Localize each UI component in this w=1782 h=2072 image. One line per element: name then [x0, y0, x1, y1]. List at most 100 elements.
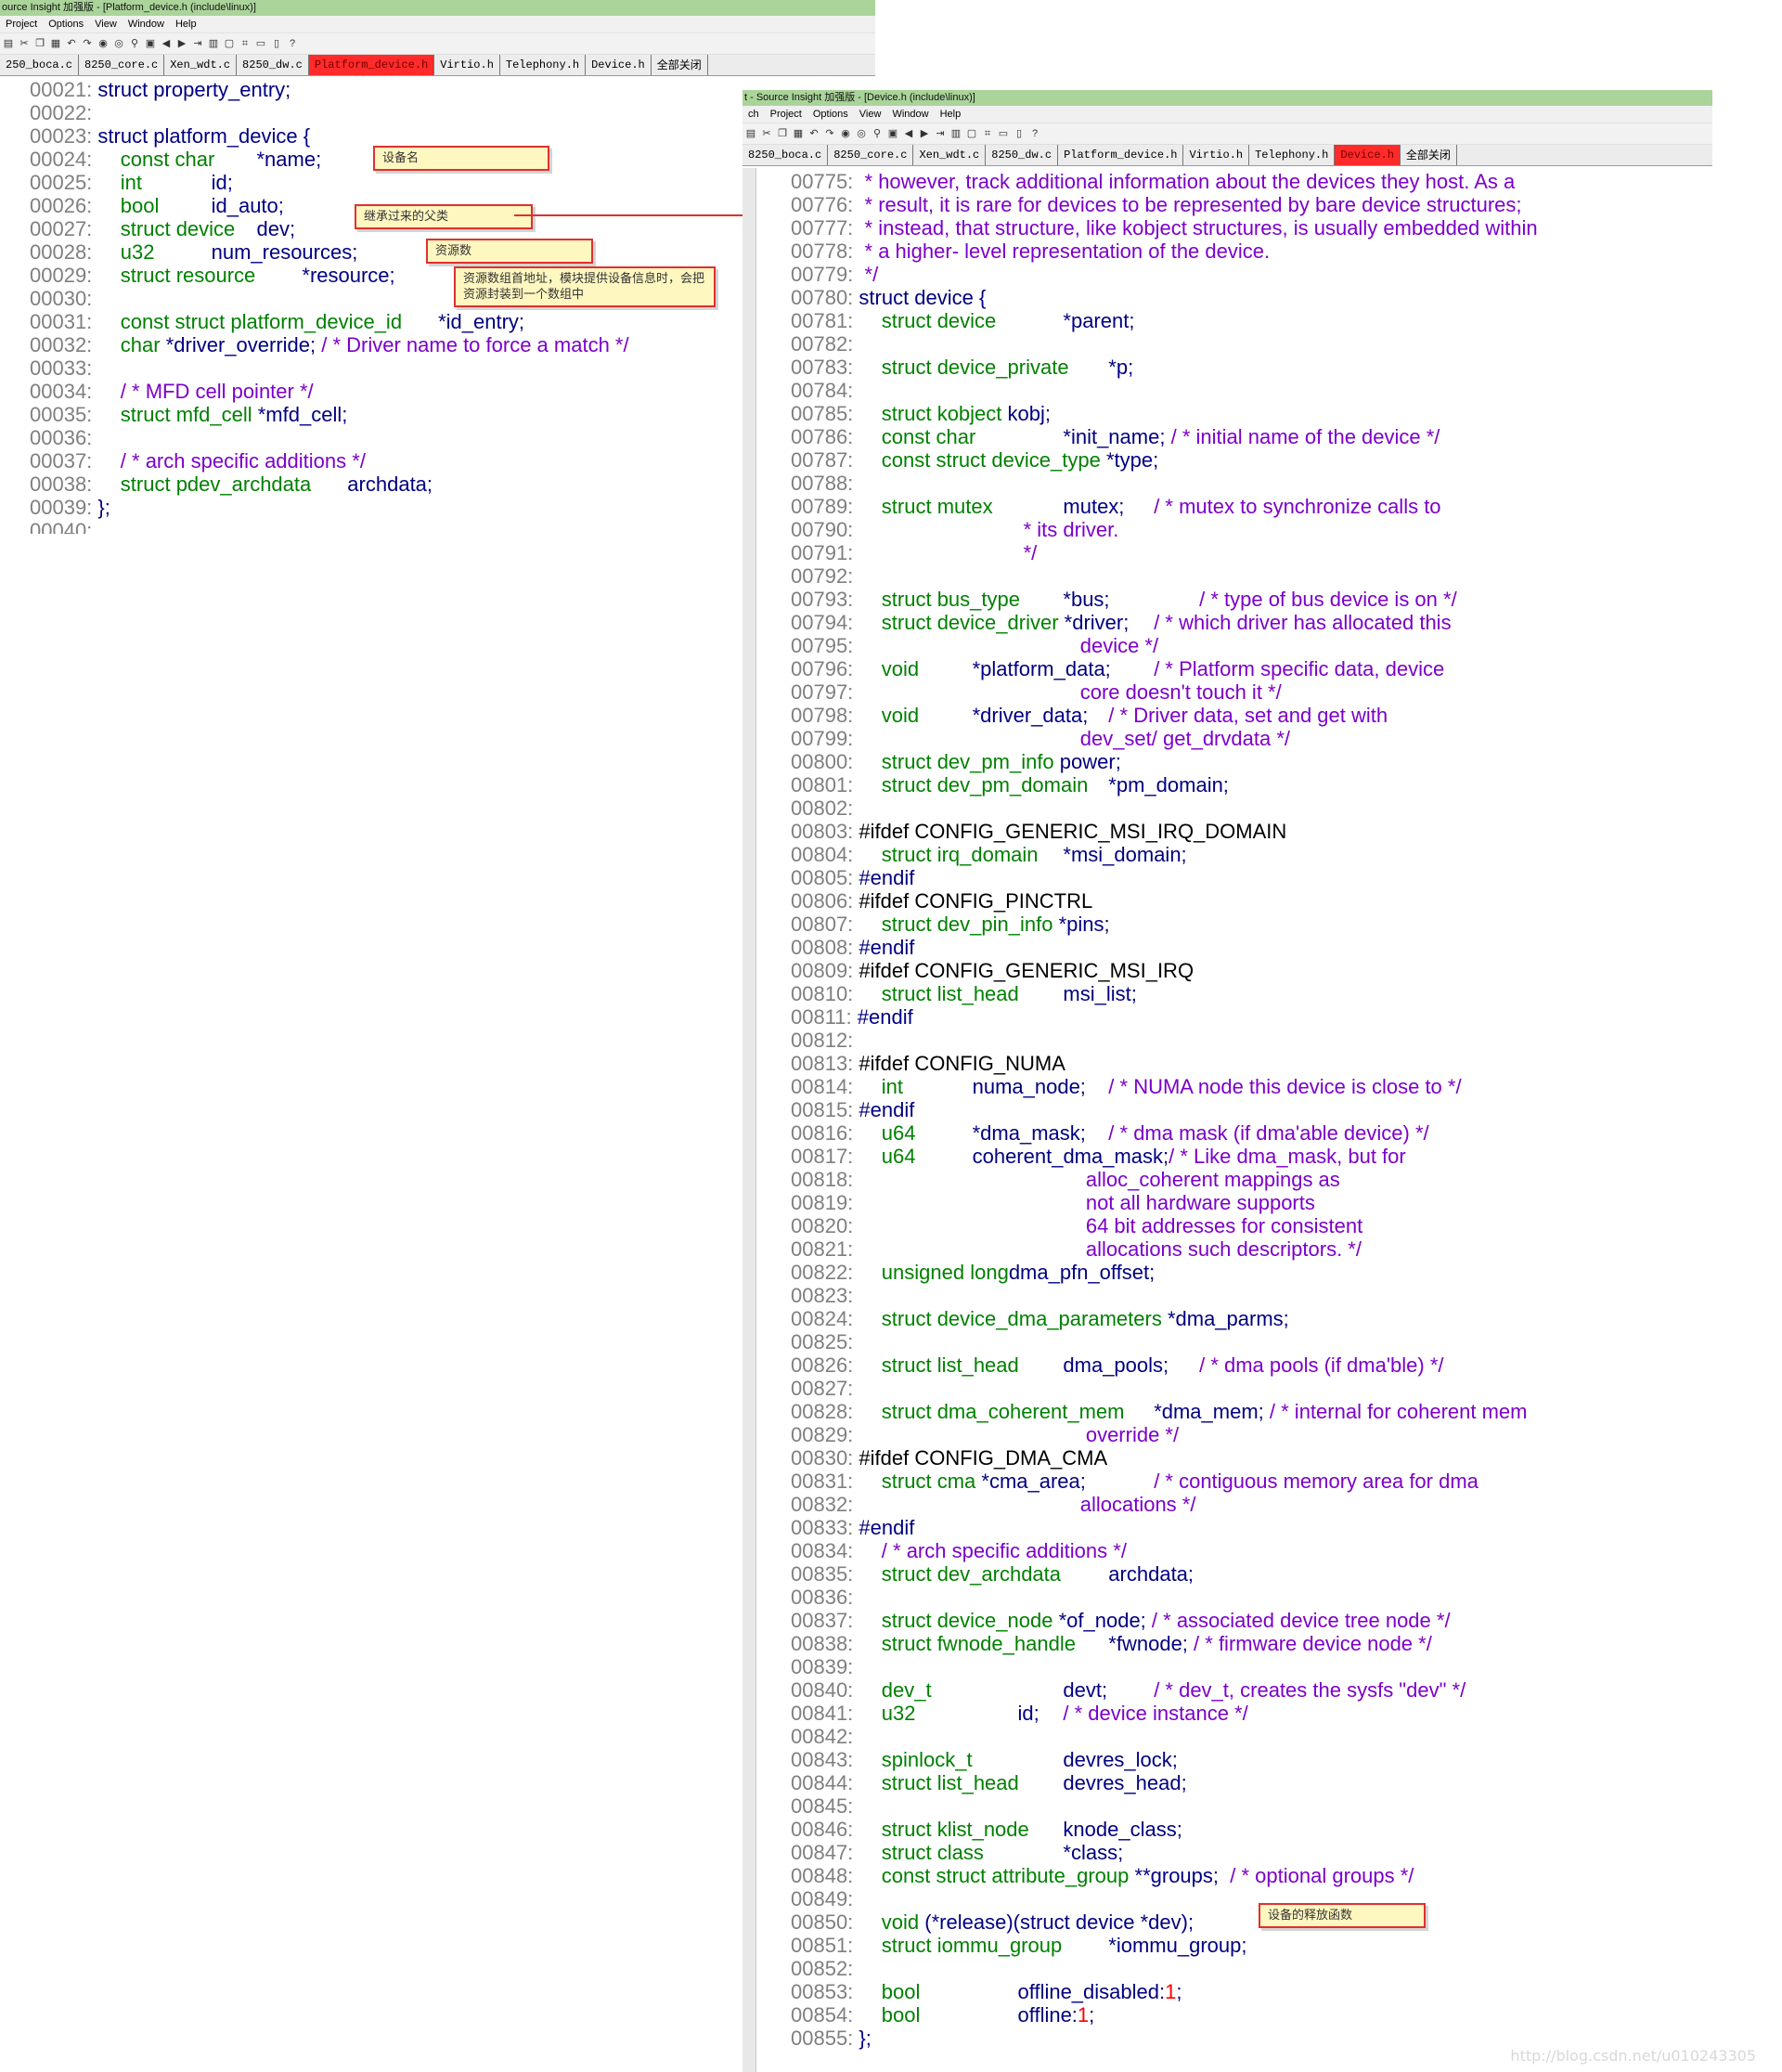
menu-options[interactable]: Options — [807, 106, 854, 123]
find-next-icon[interactable]: ◎ — [112, 37, 125, 50]
code-text: struct list_head msi_list; — [881, 982, 1137, 1005]
menu-view[interactable]: View — [854, 106, 887, 123]
code-line: 00840: dev_t devt; / * dev_t, creates th… — [759, 1678, 1712, 1702]
help-icon[interactable]: ? — [1028, 127, 1041, 140]
code-line: 00801: struct dev_pm_domain *pm_domain; — [759, 773, 1712, 796]
file-tab[interactable]: Xen_wdt.c — [913, 145, 987, 165]
file-tab[interactable]: Device.h — [1335, 145, 1401, 165]
menu-window[interactable]: Window — [123, 16, 170, 32]
code-line: 00793: struct bus_type *bus; / * type of… — [759, 588, 1712, 611]
file-tab[interactable]: Xen_wdt.c — [164, 55, 238, 75]
menu-view[interactable]: View — [89, 16, 123, 32]
help-icon[interactable]: ? — [286, 37, 299, 50]
code-line: 00843: spinlock_t devres_lock; — [759, 1748, 1712, 1771]
file-tab[interactable]: Device.h — [586, 55, 652, 75]
line-number: 00031: — [30, 310, 98, 333]
line-number: 00844: — [791, 1771, 859, 1794]
code-line: 00826: struct list_head dma_pools; / * d… — [759, 1353, 1712, 1377]
code-text: struct bus_type *bus; / * type of bus de… — [881, 588, 1457, 611]
redo-icon[interactable]: ↷ — [81, 37, 94, 50]
line-number: 00804: — [791, 843, 859, 866]
copy-icon[interactable]: ❐ — [33, 37, 46, 50]
menu-help[interactable]: Help — [170, 16, 202, 32]
file-tab[interactable]: 8250_boca.c — [742, 145, 829, 165]
file-tab[interactable]: Telephony.h — [1249, 145, 1336, 165]
file-tab[interactable]: Virtio.h — [434, 55, 500, 75]
menu-options[interactable]: Options — [43, 16, 89, 32]
file-tab[interactable]: Platform_device.h — [1058, 145, 1184, 165]
redo-icon[interactable]: ↷ — [823, 127, 836, 140]
file-tab[interactable]: 8250_core.c — [828, 145, 914, 165]
cut-icon[interactable]: ✂ — [18, 37, 31, 50]
symbol-window-icon[interactable]: ▥ — [949, 127, 962, 140]
file-tab[interactable]: Telephony.h — [500, 55, 587, 75]
file-tab[interactable]: 8250_dw.c — [986, 145, 1059, 165]
jump-icon[interactable]: ⇥ — [191, 37, 204, 50]
back-icon[interactable]: ◀ — [160, 37, 173, 50]
bookmark-icon[interactable]: ▣ — [144, 37, 157, 50]
code-text: void *driver_data; / * Driver data, set … — [881, 704, 1388, 727]
line-number: 00785: — [791, 402, 859, 425]
code-text: const char *init_name; / * initial name … — [881, 425, 1440, 448]
relation-icon[interactable]: ⌗ — [239, 37, 252, 50]
code-text: const struct attribute_group **groups; /… — [881, 1864, 1414, 1887]
copy-icon[interactable]: ❐ — [776, 127, 789, 140]
find-icon[interactable]: ◉ — [97, 37, 110, 50]
jump-icon[interactable]: ⇥ — [934, 127, 947, 140]
paste-icon[interactable]: ▦ — [49, 37, 62, 50]
replace-icon[interactable]: ⚲ — [128, 37, 141, 50]
undo-icon[interactable]: ↶ — [807, 127, 820, 140]
paste-icon[interactable]: ▦ — [792, 127, 805, 140]
cut-icon[interactable]: ✂ — [760, 127, 773, 140]
code-line: 00822: unsigned longdma_pfn_offset; — [759, 1261, 1712, 1284]
file-tab[interactable]: 250_boca.c — [0, 55, 80, 75]
menu-project[interactable]: Project — [0, 16, 43, 32]
find-icon[interactable]: ◉ — [839, 127, 852, 140]
find-next-icon[interactable]: ◎ — [855, 127, 868, 140]
line-number: 00841: — [791, 1702, 859, 1725]
forward-icon[interactable]: ▶ — [175, 37, 188, 50]
browse-icon[interactable]: ▢ — [223, 37, 236, 50]
tile-icon[interactable]: ▯ — [270, 37, 283, 50]
file-tab[interactable]: Virtio.h — [1183, 145, 1250, 165]
code-line: 00795: device */ — [759, 634, 1712, 657]
file-tab[interactable]: 8250_core.c — [79, 55, 165, 75]
code-line: 00804: struct irq_domain *msi_domain; — [759, 843, 1712, 866]
code-text: dev_t devt; / * dev_t, creates the sysfs… — [881, 1678, 1466, 1702]
code-text: #ifdef CONFIG_PINCTRL — [859, 889, 1093, 913]
print-icon[interactable]: ▤ — [2, 37, 15, 50]
back-icon[interactable]: ◀ — [902, 127, 915, 140]
forward-icon[interactable]: ▶ — [918, 127, 931, 140]
code-line: 00842: — [759, 1725, 1712, 1748]
menu-search[interactable]: ch — [742, 106, 765, 123]
browse-icon[interactable]: ▢ — [965, 127, 978, 140]
line-number: 00832: — [791, 1493, 859, 1516]
code-line: 00846: struct klist_node knode_class; — [759, 1818, 1712, 1841]
menu-project[interactable]: Project — [765, 106, 807, 123]
relation-icon[interactable]: ⌗ — [981, 127, 994, 140]
tile-icon[interactable]: ▯ — [1013, 127, 1026, 140]
menu-window[interactable]: Window — [886, 106, 934, 123]
code-line: 00838: struct fwnode_handle *fwnode; / *… — [759, 1632, 1712, 1655]
code-text: }; — [97, 496, 110, 519]
bookmark-icon[interactable]: ▣ — [886, 127, 899, 140]
line-number: 00033: — [30, 356, 98, 380]
line-number: 00822: — [791, 1261, 859, 1284]
close-all-tabs-button[interactable]: 全部关闭 — [1401, 145, 1457, 165]
menu-help[interactable]: Help — [935, 106, 967, 123]
replace-icon[interactable]: ⚲ — [871, 127, 884, 140]
symbol-window-icon[interactable]: ▥ — [207, 37, 220, 50]
line-number: 00040: — [30, 519, 98, 534]
undo-icon[interactable]: ↶ — [65, 37, 78, 50]
right-code-area[interactable]: 00775: * however, track additional infor… — [759, 170, 1712, 2050]
code-line: 00776: * result, it is rare for devices … — [759, 193, 1712, 216]
file-tab[interactable]: 8250_dw.c — [237, 55, 309, 75]
layout-icon[interactable]: ▭ — [254, 37, 267, 50]
code-text: struct dev_pm_domain *pm_domain; — [881, 773, 1229, 796]
code-line: 00828: struct dma_coherent_mem *dma_mem;… — [759, 1400, 1712, 1423]
layout-icon[interactable]: ▭ — [997, 127, 1010, 140]
print-icon[interactable]: ▤ — [744, 127, 757, 140]
close-all-tabs-button[interactable]: 全部关闭 — [652, 55, 708, 75]
file-tab[interactable]: Platform_device.h — [308, 55, 435, 75]
right-scroll-gutter[interactable] — [742, 168, 756, 2072]
